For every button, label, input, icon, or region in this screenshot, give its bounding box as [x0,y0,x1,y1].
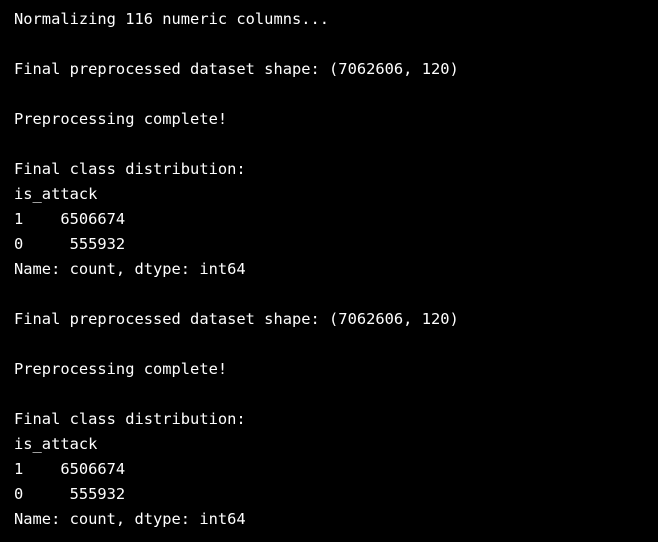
terminal-output: Normalizing 116 numeric columns... Final… [0,0,658,542]
class-distribution-heading: Final class distribution: [14,410,246,428]
preprocessing-complete-message: Preprocessing complete! [14,110,228,128]
distribution-column-name: is_attack [14,435,98,453]
normalizing-message: Normalizing 116 numeric columns... [14,10,330,28]
distribution-row-attack: 1 6506674 [14,210,126,228]
preprocessing-complete-message: Preprocessing complete! [14,360,228,378]
dataset-shape-message: Final preprocessed dataset shape: (70626… [14,60,459,78]
distribution-dtype-line: Name: count, dtype: int64 [14,260,246,278]
distribution-row-attack: 1 6506674 [14,460,126,478]
dataset-shape-message: Final preprocessed dataset shape: (70626… [14,310,459,328]
distribution-row-benign: 0 555932 [14,235,126,253]
distribution-dtype-line: Name: count, dtype: int64 [14,510,246,528]
distribution-row-benign: 0 555932 [14,485,126,503]
class-distribution-heading: Final class distribution: [14,160,246,178]
distribution-column-name: is_attack [14,185,98,203]
